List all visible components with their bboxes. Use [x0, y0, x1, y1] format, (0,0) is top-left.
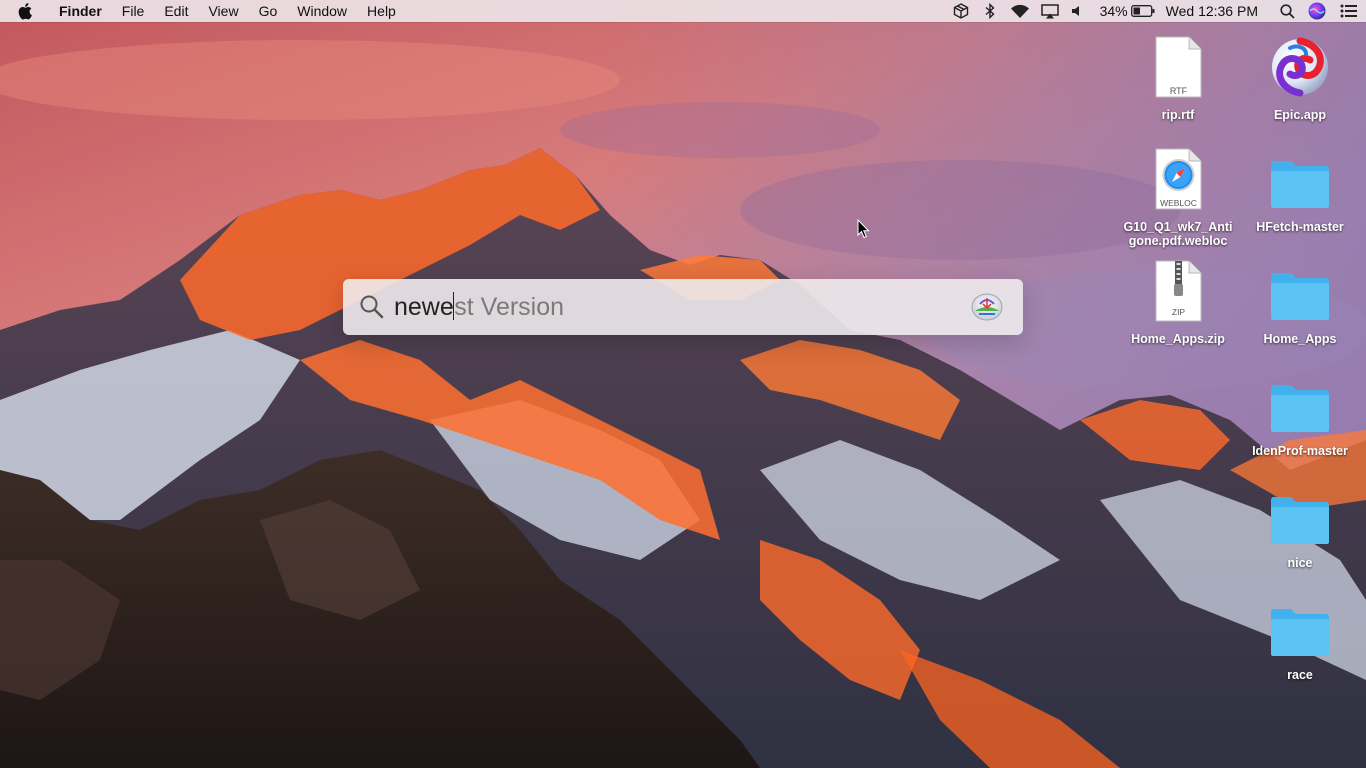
app-name-menu[interactable]: Finder: [49, 0, 112, 22]
desktop-item-webloc[interactable]: WEBLOC G10_Q1_wk7_Antigone.pdf.webloc: [1117, 142, 1239, 248]
zip-badge: ZIP: [1172, 307, 1186, 317]
epic-browser-app-icon: [1239, 30, 1361, 98]
view-menu[interactable]: View: [198, 0, 248, 22]
desktop-item-home-apps[interactable]: Home_Apps: [1239, 254, 1361, 346]
desktop-item-epic-app[interactable]: Epic.app: [1239, 30, 1361, 122]
battery-percent[interactable]: 34%: [1100, 0, 1128, 22]
folder-icon: [1239, 142, 1361, 210]
rtf-document-icon: RTF: [1117, 30, 1239, 98]
folder-icon: [1239, 478, 1361, 546]
window-menu[interactable]: Window: [287, 0, 357, 22]
volume-icon[interactable]: [1064, 0, 1090, 22]
spotlight-typed-text: newe: [394, 293, 454, 321]
apple-menu-icon[interactable]: [17, 0, 37, 22]
desktop-item-label: nice: [1287, 556, 1313, 570]
zip-archive-icon: ZIP: [1117, 254, 1239, 322]
spotlight-autocomplete-text: st Version: [454, 293, 565, 321]
desktop-item-label: IdenProf-master: [1252, 444, 1348, 458]
package-icon[interactable]: [946, 0, 976, 22]
file-menu[interactable]: File: [112, 0, 155, 22]
spotlight-search-icon[interactable]: [1272, 0, 1302, 22]
mouse-pointer-icon: [857, 219, 870, 239]
menu-bar: Finder File Edit View Go Window Help 34%…: [0, 0, 1366, 22]
rtf-badge: RTF: [1170, 86, 1188, 96]
desktop-item-hfetch-master[interactable]: HFetch-master: [1239, 142, 1361, 234]
siri-icon[interactable]: [1302, 0, 1332, 22]
spotlight-search-bar[interactable]: newest Version: [343, 279, 1023, 335]
wifi-icon[interactable]: [1005, 0, 1036, 22]
airplay-icon[interactable]: [1036, 0, 1064, 22]
webloc-badge: WEBLOC: [1160, 198, 1197, 208]
desktop-item-label: Epic.app: [1273, 108, 1327, 122]
software-update-app-icon[interactable]: [970, 292, 1004, 327]
desktop-item-label: Home_Apps.zip: [1131, 332, 1225, 346]
folder-icon: [1239, 590, 1361, 658]
safari-webloc-icon: WEBLOC: [1117, 142, 1239, 210]
bluetooth-icon[interactable]: [976, 0, 1005, 22]
folder-icon: [1239, 254, 1361, 322]
edit-menu[interactable]: Edit: [154, 0, 198, 22]
desktop-item-label: race: [1287, 668, 1313, 682]
spotlight-query-input[interactable]: newest Version: [394, 279, 564, 335]
go-menu[interactable]: Go: [249, 0, 288, 22]
folder-icon: [1239, 366, 1361, 434]
desktop-item-idenprof-master[interactable]: IdenProf-master: [1239, 366, 1361, 458]
help-menu[interactable]: Help: [357, 0, 406, 22]
notification-center-icon[interactable]: [1332, 0, 1366, 22]
clock[interactable]: Wed 12:36 PM: [1166, 0, 1258, 22]
desktop-item-rip-rtf[interactable]: RTF rip.rtf: [1117, 30, 1239, 122]
desktop-item-label: Home_Apps: [1263, 332, 1337, 346]
desktop-item-label: rip.rtf: [1161, 108, 1195, 122]
search-icon: [359, 294, 385, 325]
desktop-item-home-apps-zip[interactable]: ZIP Home_Apps.zip: [1117, 254, 1239, 346]
desktop-item-label: HFetch-master: [1256, 220, 1344, 234]
battery-icon[interactable]: [1128, 0, 1158, 22]
desktop-item-label: G10_Q1_wk7_Antigone.pdf.webloc: [1123, 220, 1233, 248]
desktop-item-nice[interactable]: nice: [1239, 478, 1361, 570]
desktop-item-race[interactable]: race: [1239, 590, 1361, 682]
